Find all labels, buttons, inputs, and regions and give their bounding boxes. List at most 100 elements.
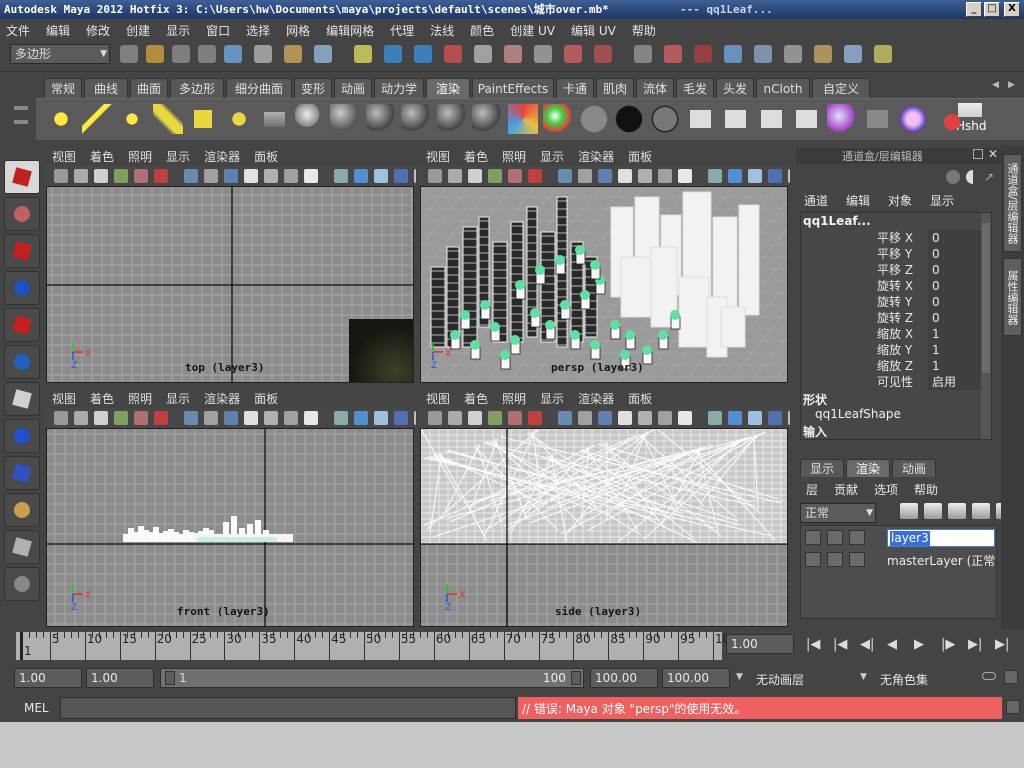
panel-menu-item[interactable]: 渲染器 bbox=[578, 390, 614, 407]
panel-tool-icon[interactable] bbox=[428, 169, 442, 183]
panel-tool-icon[interactable] bbox=[334, 411, 348, 425]
panel-tool-icon[interactable] bbox=[708, 169, 722, 183]
panel-tool-icon[interactable] bbox=[264, 411, 278, 425]
shelf-tab[interactable]: nCloth bbox=[756, 78, 810, 98]
panel-menu-item[interactable]: 渲染器 bbox=[204, 390, 240, 407]
outliner-icon[interactable] bbox=[4, 567, 40, 601]
panel-tool-icon[interactable] bbox=[508, 411, 522, 425]
panel-tool-icon[interactable] bbox=[708, 411, 722, 425]
shelf-tab[interactable]: 毛发 bbox=[676, 78, 714, 98]
panel-menu-item[interactable]: 面板 bbox=[628, 148, 652, 165]
panel-menu-item[interactable]: 面板 bbox=[254, 148, 278, 165]
status-tool-icon[interactable] bbox=[120, 45, 138, 63]
light-directional-icon[interactable] bbox=[81, 104, 112, 134]
persp-viewport[interactable]: XZ persp (layer3) bbox=[420, 186, 788, 383]
panel-tool-icon[interactable] bbox=[334, 169, 348, 183]
panel-tool-icon[interactable] bbox=[414, 169, 416, 183]
panel-tool-icon[interactable] bbox=[748, 411, 762, 425]
black-circle-icon[interactable] bbox=[614, 104, 644, 134]
panel-menu-item[interactable]: 视图 bbox=[426, 148, 450, 165]
soft-mod-icon[interactable] bbox=[4, 419, 40, 453]
tab-scroll-right-icon[interactable]: ▶ bbox=[1008, 80, 1015, 90]
move-layer-down-icon[interactable] bbox=[924, 503, 942, 519]
sphere-texture-icon[interactable] bbox=[294, 104, 325, 134]
panel-tool-icon[interactable] bbox=[468, 411, 482, 425]
lasso-tool-icon[interactable] bbox=[4, 197, 40, 231]
shelf-tab[interactable]: 常规 bbox=[44, 78, 82, 98]
panel-tool-icon[interactable] bbox=[224, 411, 238, 425]
shelf-tab[interactable]: 动画 bbox=[334, 78, 372, 98]
panel-menu-item[interactable]: 视图 bbox=[426, 390, 450, 407]
close-button[interactable]: X bbox=[1004, 2, 1020, 17]
shelf-tabs-icon[interactable] bbox=[14, 120, 28, 124]
status-tool-icon[interactable] bbox=[504, 45, 522, 63]
select-tool-icon[interactable] bbox=[4, 160, 40, 194]
shelf-tab[interactable]: 卡通 bbox=[556, 78, 594, 98]
status-tool-icon[interactable] bbox=[634, 45, 652, 63]
shelf-tab[interactable]: 头发 bbox=[716, 78, 754, 98]
status-tool-icon[interactable] bbox=[284, 45, 302, 63]
panel-tool-icon[interactable] bbox=[354, 411, 368, 425]
range-start-field[interactable]: 1.00 bbox=[86, 668, 154, 688]
shelf-tab[interactable]: 曲线 bbox=[84, 78, 128, 98]
panel-tool-icon[interactable] bbox=[74, 411, 88, 425]
move-tool-icon[interactable] bbox=[4, 271, 40, 305]
panel-tool-icon[interactable] bbox=[488, 411, 502, 425]
status-tool-icon[interactable] bbox=[224, 45, 242, 63]
menu-item[interactable]: 编辑网格 bbox=[326, 22, 374, 39]
panel-tool-icon[interactable] bbox=[114, 411, 128, 425]
render-view-icon[interactable] bbox=[898, 104, 928, 134]
menu-item[interactable]: 创建 UV bbox=[510, 22, 555, 39]
panel-tool-icon[interactable] bbox=[304, 169, 318, 183]
tab-attribute-editor[interactable]: 属性编辑器 bbox=[1003, 258, 1022, 336]
side-viewport[interactable]: XZ side (layer3) bbox=[420, 428, 788, 627]
panel-tool-icon[interactable] bbox=[558, 169, 572, 183]
panel-tool-icon[interactable] bbox=[728, 411, 742, 425]
mel-label[interactable]: MEL bbox=[24, 701, 49, 715]
menu-set-dropdown[interactable]: 多边形 ▼ bbox=[10, 44, 110, 64]
panel-tool-icon[interactable] bbox=[788, 411, 790, 425]
status-tool-icon[interactable] bbox=[754, 45, 772, 63]
panel-tool-icon[interactable] bbox=[54, 411, 68, 425]
color-sphere-icon[interactable] bbox=[543, 104, 573, 134]
layer-menu-item[interactable]: 选项 bbox=[874, 481, 898, 498]
play-forward-icon[interactable]: ▶ bbox=[914, 637, 924, 652]
play-backward-icon[interactable]: ◀ bbox=[887, 637, 897, 652]
render-error-icon[interactable] bbox=[862, 104, 893, 134]
film-icon[interactable] bbox=[849, 530, 865, 545]
channel-box-menu-item[interactable]: 编辑 bbox=[846, 192, 870, 209]
channel-scrollbar[interactable] bbox=[981, 213, 991, 439]
shelf-tab[interactable]: 动力学 bbox=[374, 78, 424, 98]
top-viewport[interactable]: XZ top (layer3) bbox=[46, 186, 414, 383]
range-bar[interactable]: 1 100 bbox=[160, 668, 584, 688]
panel-tool-icon[interactable] bbox=[428, 411, 442, 425]
minimize-button[interactable]: _ bbox=[966, 2, 982, 17]
light-area-icon[interactable] bbox=[188, 104, 218, 134]
menu-item[interactable]: 窗口 bbox=[206, 22, 230, 39]
render-check-icon[interactable] bbox=[791, 104, 822, 134]
arrow-icon[interactable]: ↗ bbox=[984, 170, 996, 184]
status-tool-icon[interactable] bbox=[814, 45, 832, 63]
panel-menu-item[interactable]: 着色 bbox=[464, 148, 488, 165]
panel-tool-icon[interactable] bbox=[558, 411, 572, 425]
panel-tool-icon[interactable] bbox=[134, 411, 148, 425]
layer-tab[interactable]: 显示 bbox=[800, 459, 844, 477]
shelf-tab[interactable]: 变形 bbox=[294, 78, 332, 98]
menu-item[interactable]: 文件 bbox=[6, 22, 30, 39]
status-tool-icon[interactable] bbox=[694, 45, 712, 63]
menu-item[interactable]: 编辑 UV bbox=[571, 22, 616, 39]
panel-menu-item[interactable]: 照明 bbox=[502, 390, 526, 407]
panel-menu-item[interactable]: 显示 bbox=[166, 390, 190, 407]
recycle-icon[interactable] bbox=[827, 530, 843, 545]
film-icon[interactable] bbox=[849, 552, 865, 567]
layer-menu-item[interactable]: 层 bbox=[806, 481, 818, 498]
panel-tool-icon[interactable] bbox=[224, 169, 238, 183]
panel-tool-icon[interactable] bbox=[154, 411, 168, 425]
status-tool-icon[interactable] bbox=[844, 45, 862, 63]
shader-sphere-icon[interactable] bbox=[472, 104, 502, 134]
maximize-button[interactable]: □ bbox=[984, 2, 1000, 17]
panel-menu-item[interactable]: 视图 bbox=[52, 148, 76, 165]
tab-scroll-left-icon[interactable]: ◀ bbox=[992, 80, 999, 90]
gray-circle-icon[interactable] bbox=[578, 104, 609, 134]
shelf-tab[interactable]: 曲面 bbox=[130, 78, 168, 98]
